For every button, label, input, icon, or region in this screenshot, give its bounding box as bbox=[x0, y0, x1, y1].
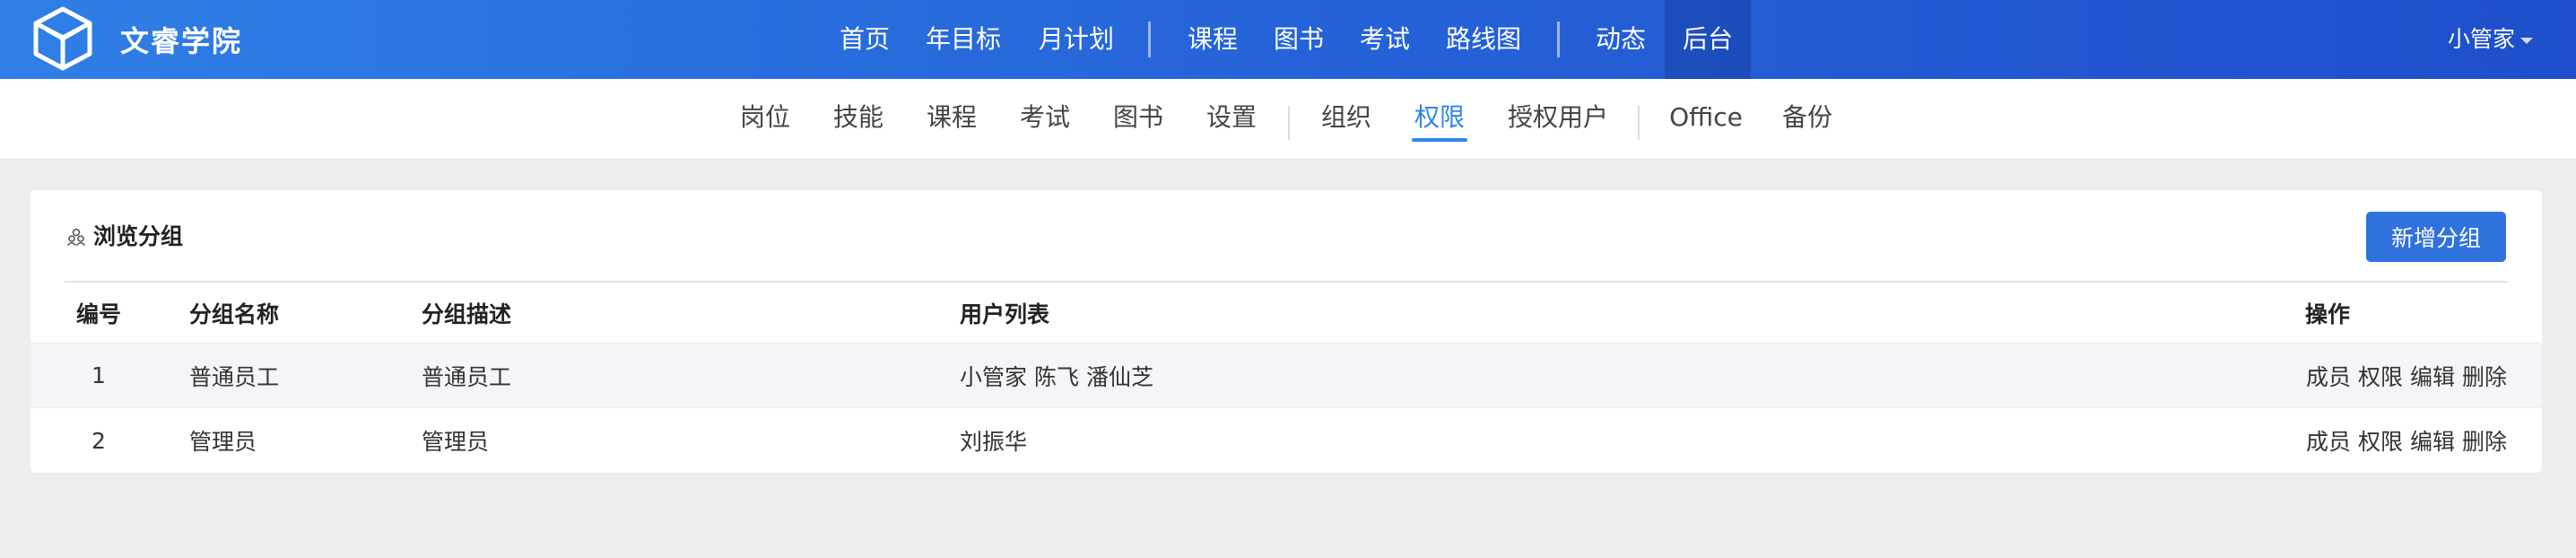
subnav-office[interactable]: Office bbox=[1668, 79, 1744, 160]
row-desc: 普通员工 bbox=[422, 363, 512, 390]
subnav-backup[interactable]: 备份 bbox=[1780, 79, 1835, 160]
sub-nav: 岗位 技能 课程 考试 图书 设置 组织 权限 授权用户 Office 备份 bbox=[0, 79, 2576, 160]
nav-admin[interactable]: 后台 bbox=[1665, 0, 1751, 79]
col-id-header: 编号 bbox=[75, 301, 121, 327]
nav-exams[interactable]: 考试 bbox=[1347, 0, 1423, 79]
panel-title: 浏览分组 bbox=[66, 219, 183, 255]
col-desc-header: 分组描述 bbox=[422, 301, 512, 327]
subnav-books[interactable]: 图书 bbox=[1110, 79, 1166, 160]
members-link[interactable]: 成员 bbox=[2306, 424, 2351, 457]
subnav-authorized-users[interactable]: 授权用户 bbox=[1505, 79, 1611, 160]
subnav-positions[interactable]: 岗位 bbox=[737, 79, 793, 160]
nav-home[interactable]: 首页 bbox=[825, 0, 904, 79]
row-id: 1 bbox=[91, 362, 106, 388]
user-menu[interactable]: 小管家 bbox=[2448, 0, 2533, 79]
nav-books[interactable]: 图书 bbox=[1261, 0, 1336, 79]
nav-separator bbox=[1148, 22, 1151, 57]
row-name: 管理员 bbox=[189, 429, 257, 455]
nav-monthly-plan[interactable]: 月计划 bbox=[1030, 0, 1123, 79]
delete-link[interactable]: 删除 bbox=[2462, 424, 2507, 457]
permissions-link[interactable]: 权限 bbox=[2358, 424, 2403, 457]
users-icon bbox=[66, 228, 86, 247]
panel-title-text: 浏览分组 bbox=[93, 223, 184, 249]
table-row: 2 管理员 管理员 刘振华 成员 权限 编辑 删除 bbox=[30, 408, 2542, 473]
subnav-separator bbox=[1288, 106, 1290, 140]
delete-link[interactable]: 删除 bbox=[2462, 360, 2507, 392]
nav-courses[interactable]: 课程 bbox=[1175, 0, 1250, 79]
subnav-permissions[interactable]: 权限 bbox=[1412, 79, 1467, 160]
edit-link[interactable]: 编辑 bbox=[2410, 360, 2455, 392]
user-name: 小管家 bbox=[2447, 26, 2515, 52]
subnav-organization[interactable]: 组织 bbox=[1318, 79, 1374, 160]
col-name-header: 分组名称 bbox=[189, 301, 280, 327]
add-group-button[interactable]: 新增分组 bbox=[2366, 212, 2506, 262]
chevron-down-icon bbox=[2520, 37, 2533, 44]
groups-panel: 浏览分组 新增分组 编号 分组名称 分组描述 用户列表 操作 1 普通员工 普通… bbox=[30, 190, 2542, 473]
top-nav: 首页 年目标 月计划 课程 图书 考试 路线图 动态 后台 bbox=[0, 0, 2576, 79]
groups-table: 编号 分组名称 分组描述 用户列表 操作 1 普通员工 普通员工 小管家 陈飞 … bbox=[30, 283, 2542, 473]
nav-yearly-goal[interactable]: 年目标 bbox=[917, 0, 1010, 79]
subnav-courses[interactable]: 课程 bbox=[924, 79, 979, 160]
row-actions: 成员 权限 编辑 删除 bbox=[2299, 344, 2507, 407]
user-name: 小管家 bbox=[960, 363, 1028, 390]
col-ops-header: 操作 bbox=[2304, 301, 2350, 327]
row-desc: 管理员 bbox=[422, 429, 490, 455]
permissions-link[interactable]: 权限 bbox=[2358, 360, 2403, 392]
subnav-settings[interactable]: 设置 bbox=[1204, 79, 1259, 160]
table-row: 1 普通员工 普通员工 小管家 陈飞 潘仙芝 成员 权限 编辑 删除 bbox=[30, 344, 2542, 408]
edit-link[interactable]: 编辑 bbox=[2410, 424, 2455, 457]
col-users-header: 用户列表 bbox=[960, 301, 1050, 327]
row-name: 普通员工 bbox=[189, 363, 280, 390]
subnav-skills[interactable]: 技能 bbox=[831, 79, 886, 160]
nav-activity[interactable]: 动态 bbox=[1580, 0, 1661, 79]
user-name: 刘振华 bbox=[960, 429, 1028, 455]
subnav-exams[interactable]: 考试 bbox=[1017, 79, 1073, 160]
members-link[interactable]: 成员 bbox=[2306, 360, 2351, 392]
panel-header: 浏览分组 新增分组 bbox=[30, 190, 2542, 280]
user-name: 陈飞 bbox=[1034, 363, 1080, 390]
row-users: 刘振华 bbox=[960, 408, 1034, 473]
top-bar: 文睿学院 首页 年目标 月计划 课程 图书 考试 路线图 动态 后台 小管家 bbox=[0, 0, 2576, 79]
subnav-separator bbox=[1638, 106, 1640, 140]
row-users: 小管家 陈飞 潘仙芝 bbox=[960, 344, 1161, 407]
user-name: 潘仙芝 bbox=[1086, 363, 1154, 390]
row-actions: 成员 权限 编辑 删除 bbox=[2299, 408, 2507, 473]
row-id: 2 bbox=[91, 427, 106, 454]
table-header: 编号 分组名称 分组描述 用户列表 操作 bbox=[30, 283, 2542, 344]
nav-roadmap[interactable]: 路线图 bbox=[1435, 0, 1532, 79]
nav-separator bbox=[1557, 22, 1560, 57]
